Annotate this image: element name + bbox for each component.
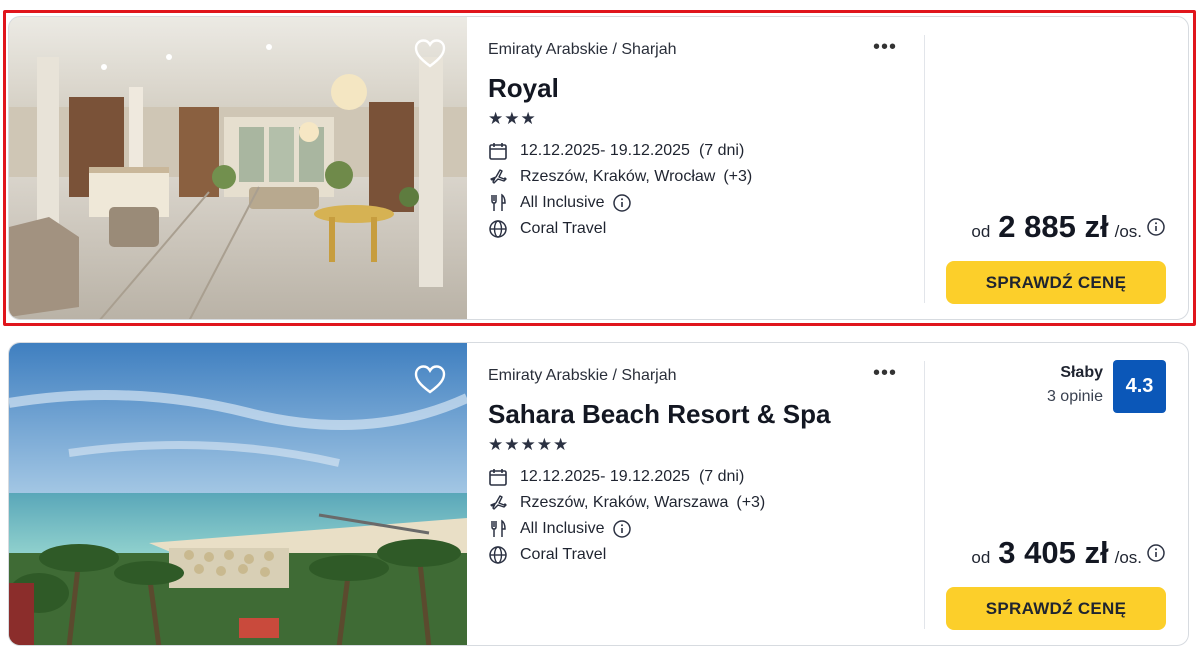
dates-text: 12.12.2025- 19.12.2025: [520, 468, 690, 485]
board-text: All Inclusive: [520, 194, 605, 211]
board-row: All Inclusive: [488, 191, 632, 215]
rating-score-badge: 4.3: [1113, 360, 1166, 413]
plane-icon: [488, 167, 508, 187]
operator-text: Coral Travel: [520, 546, 607, 563]
results-list: Emiraty Arabskie / Sharjah ••• Royal ★★★…: [0, 0, 1200, 659]
info-icon[interactable]: [1146, 543, 1166, 563]
departures-more[interactable]: (+3): [736, 494, 765, 512]
offer-card-sahara-beach[interactable]: Emiraty Arabskie / Sharjah ••• Sahara Be…: [8, 342, 1189, 646]
board-text: All Inclusive: [520, 520, 605, 537]
offer-info: Emiraty Arabskie / Sharjah ••• Sahara Be…: [488, 343, 908, 645]
offer-info: Emiraty Arabskie / Sharjah ••• Royal ★★★…: [488, 17, 908, 319]
departures-row: Rzeszów, Kraków, Warszawa (+3): [488, 491, 765, 515]
operator-row: Coral Travel: [488, 217, 606, 241]
destination: Emiraty Arabskie / Sharjah: [488, 41, 677, 58]
departures-text: Rzeszów, Kraków, Warszawa: [520, 494, 729, 511]
card-divider: [924, 361, 925, 629]
duration-text: (7 dni): [698, 142, 745, 159]
hotel-stars: ★★★★★: [488, 435, 570, 454]
price-amount: 2 885 zł: [998, 209, 1109, 244]
price-prefix: od: [971, 222, 991, 241]
hotel-stars: ★★★: [488, 109, 537, 128]
cutlery-icon: [488, 519, 508, 539]
globe-icon: [488, 219, 508, 239]
price: od 3 405 zł /os.: [971, 535, 1166, 571]
check-price-button[interactable]: SPRAWDŹ CENĘ: [946, 261, 1166, 304]
info-icon[interactable]: [612, 193, 632, 213]
rating-label: Słaby: [1060, 364, 1103, 381]
price: od 2 885 zł /os.: [971, 209, 1166, 245]
price-amount: 3 405 zł: [998, 535, 1109, 570]
dates-text: 12.12.2025- 19.12.2025: [520, 142, 690, 159]
price-suffix: /os.: [1114, 548, 1142, 567]
heart-icon: [414, 365, 446, 394]
more-icon[interactable]: •••: [873, 37, 897, 57]
board-row: All Inclusive: [488, 517, 632, 541]
favorite-button[interactable]: [413, 363, 447, 395]
hotel-name[interactable]: Sahara Beach Resort & Spa: [488, 399, 830, 430]
price-prefix: od: [971, 548, 991, 567]
calendar-icon: [488, 141, 508, 161]
info-icon[interactable]: [612, 519, 632, 539]
dates-row: 12.12.2025- 19.12.2025 (7 dni): [488, 139, 744, 163]
rating-text: Słaby 3 opinie: [1047, 360, 1103, 406]
hotel-photo-beach[interactable]: [9, 343, 467, 645]
dates-row: 12.12.2025- 19.12.2025 (7 dni): [488, 465, 744, 489]
hotel-name[interactable]: Royal: [488, 73, 559, 104]
operator-text: Coral Travel: [520, 220, 607, 237]
rating[interactable]: Słaby 3 opinie 4.3: [1047, 360, 1166, 413]
info-icon[interactable]: [1146, 217, 1166, 237]
heart-icon: [414, 39, 446, 68]
departures-row: Rzeszów, Kraków, Wrocław (+3): [488, 165, 752, 189]
duration-text: (7 dni): [698, 468, 745, 485]
departures-text: Rzeszów, Kraków, Wrocław: [520, 168, 716, 185]
cutlery-icon: [488, 193, 508, 213]
globe-icon: [488, 545, 508, 565]
offer-card-royal[interactable]: Emiraty Arabskie / Sharjah ••• Royal ★★★…: [8, 16, 1189, 320]
partial-top-content: [900, 0, 1160, 4]
price-suffix: /os.: [1114, 222, 1142, 241]
calendar-icon: [488, 467, 508, 487]
departures-more[interactable]: (+3): [723, 168, 752, 186]
rating-count[interactable]: 3 opinie: [1047, 388, 1103, 406]
hotel-photo-lobby[interactable]: [9, 17, 467, 319]
favorite-button[interactable]: [413, 37, 447, 69]
plane-icon: [488, 493, 508, 513]
card-divider: [924, 35, 925, 303]
more-icon[interactable]: •••: [873, 363, 897, 383]
check-price-button[interactable]: SPRAWDŹ CENĘ: [946, 587, 1166, 630]
operator-row: Coral Travel: [488, 543, 606, 567]
destination: Emiraty Arabskie / Sharjah: [488, 367, 677, 384]
